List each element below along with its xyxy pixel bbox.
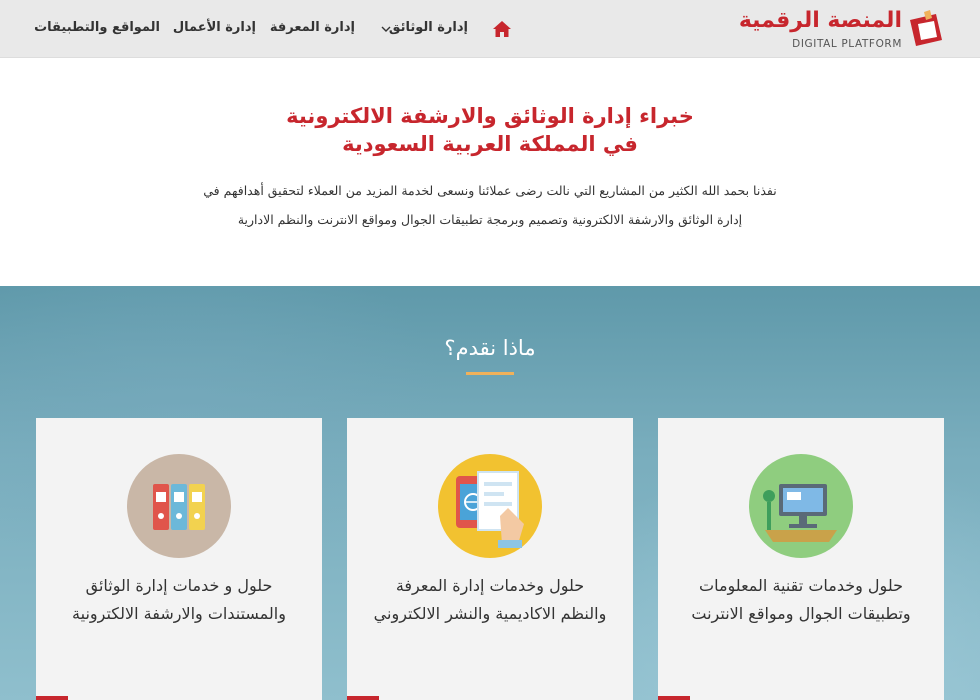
brand-name-en: DIGITAL PLATFORM — [792, 38, 902, 50]
nav-item-knowledge-management[interactable]: إدارة المعرفة — [270, 20, 355, 35]
intro-title: خبراء إدارة الوثائق والارشفة الالكترونية… — [0, 102, 980, 158]
chevron-down-icon[interactable] — [381, 24, 391, 34]
service-card-knowledge[interactable]: حلول وخدمات إدارة المعرفة والنظم الاكادي… — [347, 418, 633, 700]
intro-title-line1: خبراء إدارة الوثائق والارشفة الالكترونية — [286, 104, 694, 128]
service-card-line: حلول وخدمات تقنية المعلومات — [699, 576, 903, 595]
service-card-line: وتطبيقات الجوال ومواقع الانترنت — [691, 604, 911, 623]
service-card-knowledge-text: حلول وخدمات إدارة المعرفة والنظم الاكادي… — [357, 572, 623, 628]
nav-item-business-management[interactable]: إدارة الأعمال — [173, 20, 256, 35]
services-section: ماذا نقدم؟ حلول و خدمات إدارة الوثائق وا… — [0, 286, 980, 700]
knowledge-management-icon — [438, 454, 542, 558]
services-title-underline — [466, 372, 514, 375]
logo-mark-icon — [910, 10, 942, 46]
service-card-line: والنظم الاكاديمية والنشر الالكتروني — [373, 604, 607, 623]
intro-text: نفذنا بحمد الله الكثير من المشاريع التي … — [170, 176, 810, 234]
service-card-documents-text: حلول و خدمات إدارة الوثائق والمستندات وا… — [46, 572, 312, 628]
services-title: ماذا نقدم؟ — [444, 336, 536, 360]
nav-item-document-management[interactable]: إدارة الوثائق — [389, 20, 468, 35]
intro-title-line2: في المملكة العربية السعودية — [342, 132, 638, 156]
intro-text-line2: إدارة الوثائق والارشفة الالكترونية وتصمي… — [237, 212, 743, 227]
service-card-line: حلول و خدمات إدارة الوثائق — [85, 576, 273, 595]
nav-item-websites-apps[interactable]: المواقع والتطبيقات — [34, 20, 160, 35]
brand-name-ar: المنصة الرقمية — [738, 8, 902, 33]
card-accent-bar — [347, 696, 379, 700]
service-card-line: حلول وخدمات إدارة المعرفة — [395, 576, 585, 595]
card-accent-bar — [658, 696, 690, 700]
brand-logo[interactable]: المنصة الرقمية DIGITAL PLATFORM — [739, 8, 948, 52]
document-binders-icon — [127, 454, 231, 558]
card-accent-bar — [36, 696, 68, 700]
home-icon[interactable] — [492, 19, 512, 39]
service-card-it[interactable]: حلول وخدمات تقنية المعلومات وتطبيقات الج… — [658, 418, 944, 700]
service-card-documents[interactable]: حلول و خدمات إدارة الوثائق والمستندات وا… — [36, 418, 322, 700]
intro-text-line1: نفذنا بحمد الله الكثير من المشاريع التي … — [203, 183, 777, 198]
top-navbar: المنصة الرقمية DIGITAL PLATFORM إدارة ال… — [0, 0, 980, 58]
it-services-icon — [749, 454, 853, 558]
service-card-line: والمستندات والارشفة الالكترونية — [72, 604, 286, 623]
service-card-it-text: حلول وخدمات تقنية المعلومات وتطبيقات الج… — [668, 572, 934, 628]
